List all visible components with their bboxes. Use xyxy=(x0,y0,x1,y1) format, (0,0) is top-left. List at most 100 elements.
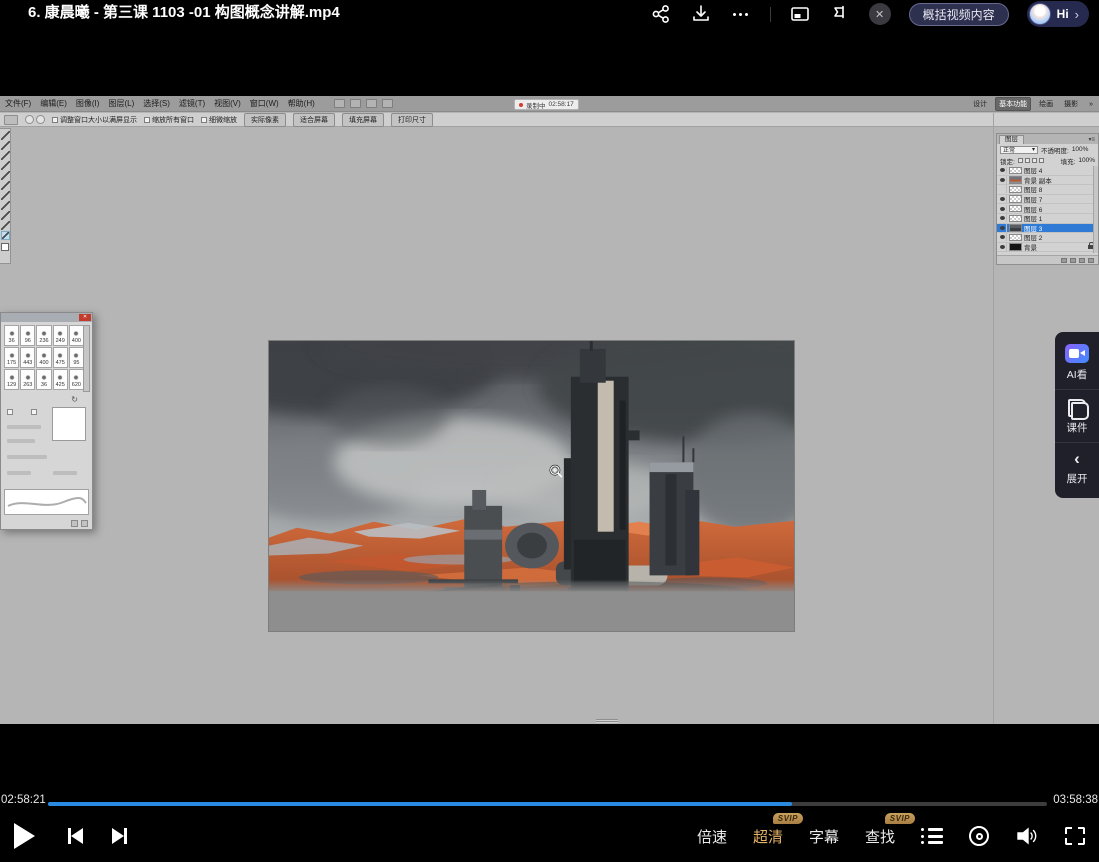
menu-file[interactable]: 文件(F) xyxy=(5,98,31,109)
tool-eraser[interactable] xyxy=(1,191,10,200)
volume-icon[interactable] xyxy=(1015,826,1039,846)
color-swatch[interactable] xyxy=(1,243,9,251)
brush-preset[interactable]: 36 xyxy=(36,369,51,390)
expand-button[interactable]: ‹ 展开 xyxy=(1055,442,1099,486)
fit-screen-button[interactable]: 适合屏幕 xyxy=(293,113,335,127)
actual-pixels-button[interactable]: 实际像素 xyxy=(244,113,286,127)
workspace-overflow[interactable]: » xyxy=(1086,100,1096,109)
layer-row[interactable]: 图层 7 xyxy=(997,195,1095,205)
brush-preset[interactable]: 36 xyxy=(4,325,19,346)
tool-text[interactable] xyxy=(1,211,10,220)
courseware-button[interactable]: 课件 xyxy=(1055,389,1099,435)
record-icon[interactable] xyxy=(969,826,989,846)
brush-preset[interactable]: 620 xyxy=(69,369,84,390)
layer-row[interactable]: 背景 xyxy=(997,243,1095,253)
workspace-painting[interactable]: 绘画 xyxy=(1036,98,1056,110)
close-icon[interactable]: ✕ xyxy=(869,3,891,25)
blend-mode-select[interactable]: 正常▾ xyxy=(1000,146,1038,154)
playlist-icon[interactable] xyxy=(921,828,943,844)
tool-marquee[interactable] xyxy=(1,141,10,150)
layer-row[interactable]: 背景 副本 xyxy=(997,176,1095,186)
more-icon[interactable] xyxy=(730,3,752,25)
download-icon[interactable] xyxy=(690,3,712,25)
layers-scrollbar[interactable] xyxy=(1093,166,1098,253)
previous-button[interactable] xyxy=(68,828,83,844)
brush-preset[interactable]: 129 xyxy=(4,369,19,390)
menu-filter[interactable]: 滤镜(T) xyxy=(179,98,205,109)
tool-preset-icon[interactable] xyxy=(4,115,18,125)
brush-panel-footer-icons[interactable] xyxy=(71,520,88,527)
tool-shape[interactable] xyxy=(1,221,10,230)
lock-option-icons[interactable] xyxy=(1018,158,1044,163)
speed-button[interactable]: 倍速 xyxy=(697,826,727,847)
brush-preset[interactable]: 236 xyxy=(36,325,51,346)
play-button[interactable] xyxy=(14,823,35,849)
checkbox-resize-windows[interactable] xyxy=(52,117,58,123)
fill-screen-button[interactable]: 填充屏幕 xyxy=(342,113,384,127)
tool-move[interactable] xyxy=(1,131,10,140)
assistant-button[interactable]: Hi › xyxy=(1027,1,1089,27)
fullscreen-icon[interactable] xyxy=(1065,827,1085,845)
quality-button[interactable]: 超清SVIP xyxy=(753,826,783,847)
workspace-essentials[interactable]: 基本功能 xyxy=(995,97,1031,111)
workspace-photography[interactable]: 摄影 xyxy=(1061,98,1081,110)
panel-menu-icon[interactable]: ▾≡ xyxy=(1088,136,1095,143)
brush-preset[interactable]: 95 xyxy=(69,347,84,368)
menu-layer[interactable]: 图层(L) xyxy=(108,98,134,109)
ps-appbar-icons xyxy=(334,99,393,108)
brush-grid-scrollbar[interactable] xyxy=(83,325,90,392)
progress-bar[interactable] xyxy=(48,802,1047,806)
brush-preset[interactable]: 96 xyxy=(20,325,35,346)
menu-help[interactable]: 帮助(H) xyxy=(288,98,315,109)
summarize-video-button[interactable]: 概括视频内容 xyxy=(909,3,1009,26)
search-button[interactable]: 查找SVIP xyxy=(865,826,895,847)
zoom-in-out-icons[interactable] xyxy=(25,115,45,124)
checkbox-scrubby-zoom[interactable] xyxy=(201,117,207,123)
panel-close-icon[interactable]: ✕ xyxy=(79,314,91,321)
opacity-value[interactable]: 100% xyxy=(1072,146,1089,153)
tool-crop[interactable] xyxy=(1,161,10,170)
progress-row: 02:58:21 03:58:38 xyxy=(0,794,1099,810)
flip-y-checkbox[interactable] xyxy=(31,409,37,415)
share-icon[interactable] xyxy=(650,3,672,25)
layer-row[interactable]: 图层 2 xyxy=(997,233,1095,243)
ai-watch-button[interactable]: AI看 xyxy=(1055,344,1099,382)
tool-stamp[interactable] xyxy=(1,181,10,190)
layers-tab[interactable]: 图层 xyxy=(999,135,1024,144)
pip-icon[interactable] xyxy=(789,3,811,25)
flip-x-checkbox[interactable] xyxy=(7,409,13,415)
workspace-design[interactable]: 设计 xyxy=(970,98,990,110)
tool-lasso[interactable] xyxy=(1,151,10,160)
video-frame[interactable]: 文件(F) 编辑(E) 图像(I) 图层(L) 选择(S) 滤镜(T) 视图(V… xyxy=(0,96,1099,724)
menu-edit[interactable]: 编辑(E) xyxy=(40,98,67,109)
layer-row[interactable]: 图层 6 xyxy=(997,204,1095,214)
print-size-button[interactable]: 打印尺寸 xyxy=(391,113,433,127)
layers-panel-footer[interactable] xyxy=(997,255,1098,264)
brush-preset[interactable]: 175 xyxy=(4,347,19,368)
menu-view[interactable]: 视图(V) xyxy=(214,98,241,109)
clip-icon[interactable] xyxy=(829,3,851,25)
layer-row-selected[interactable]: 图层 3 xyxy=(997,224,1095,234)
fill-value[interactable]: 100% xyxy=(1078,157,1095,164)
chevron-right-icon: › xyxy=(1075,7,1079,22)
menu-select[interactable]: 选择(S) xyxy=(143,98,170,109)
brush-preset[interactable]: 249 xyxy=(53,325,68,346)
layer-row[interactable]: 图层 8 xyxy=(997,185,1095,195)
brush-preset[interactable]: 400 xyxy=(69,325,84,346)
menu-window[interactable]: 窗口(W) xyxy=(250,98,279,109)
brush-preset[interactable]: 263 xyxy=(20,369,35,390)
subtitles-button[interactable]: 字幕 xyxy=(809,826,839,847)
layer-row[interactable]: 图层 1 xyxy=(997,214,1095,224)
brush-preset[interactable]: 400 xyxy=(36,347,51,368)
brush-preset[interactable]: 475 xyxy=(53,347,68,368)
checkbox-zoom-all-windows[interactable] xyxy=(144,117,150,123)
refresh-icon[interactable]: ↻ xyxy=(71,395,78,404)
menu-image[interactable]: 图像(I) xyxy=(76,98,100,109)
tool-zoom-selected[interactable] xyxy=(1,231,10,240)
tool-brush[interactable] xyxy=(1,171,10,180)
next-button[interactable] xyxy=(112,828,127,844)
canvas-image[interactable] xyxy=(268,340,795,632)
brush-preset[interactable]: 443 xyxy=(20,347,35,368)
brush-preset[interactable]: 425 xyxy=(53,369,68,390)
tool-gradient[interactable] xyxy=(1,201,10,210)
